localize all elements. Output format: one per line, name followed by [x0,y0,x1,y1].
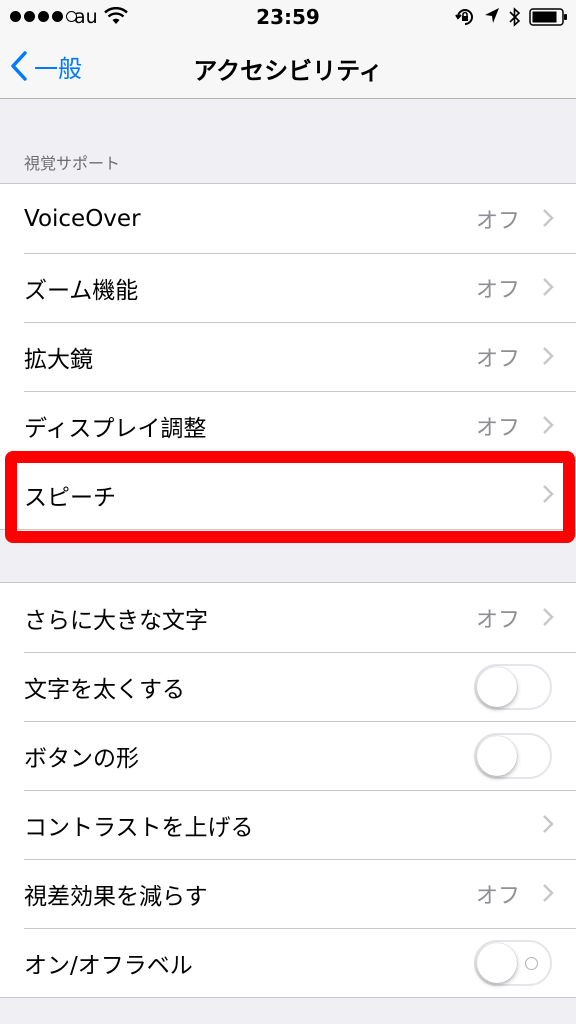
display-accommodations-row[interactable]: ディスプレイ調整 オフ [0,391,576,460]
row-label: VoiceOver [24,205,141,232]
row-label: オン/オフラベル [24,952,193,979]
row-label: 視差効果を減らす [24,883,208,910]
location-icon [485,8,499,23]
row-value: オフ [475,346,520,372]
speech-row[interactable]: スピーチ [0,460,576,529]
page-title: アクセシビリティ [193,57,383,85]
row-label: ズーム機能 [24,277,139,304]
status-bar: au 23:59 [0,0,576,36]
row-label: 文字を太くする [24,676,185,703]
row-label: コントラストを上げる [24,814,254,841]
row-label: ディスプレイ調整 [24,415,207,442]
reduce-motion-row[interactable]: 視差効果を減らす オフ [0,859,576,928]
section-header-vision: 視覚サポート [24,154,121,173]
row-label: さらに大きな文字 [24,607,208,634]
off-label-ring-icon [525,957,538,970]
battery-icon [529,8,567,26]
row-value: オフ [475,415,520,441]
zoom-row[interactable]: ズーム機能 オフ [0,253,576,322]
toggle-knob [477,736,517,776]
chevron-right-icon [543,815,554,833]
chevron-right-icon [543,347,554,365]
rotation-lock-icon [455,9,473,25]
vision-settings-group: VoiceOver オフ ズーム機能 オフ 拡大鏡 オフ ディスプレイ調整 オフ… [0,183,576,530]
button-shapes-toggle[interactable] [474,733,552,779]
on-off-labels-row: オン/オフラベル [0,928,576,997]
row-value: オフ [475,208,520,234]
toggle-knob [477,667,517,707]
magnifier-row[interactable]: 拡大鏡 オフ [0,322,576,391]
on-off-labels-toggle[interactable] [474,940,552,986]
toggle-knob [477,943,517,983]
chevron-right-icon [543,485,554,503]
text-settings-group: さらに大きな文字 オフ 文字を太くする ボタンの形 コントラストを上げる 視差効… [0,582,576,998]
row-label: 拡大鏡 [24,346,93,373]
row-value: オフ [475,607,520,633]
chevron-right-icon [543,278,554,296]
chevron-right-icon [543,416,554,434]
button-shapes-row: ボタンの形 [0,721,576,790]
row-value: オフ [475,883,520,909]
row-label: スピーチ [24,484,116,511]
navigation-bar: 一般 アクセシビリティ [0,36,576,99]
row-value: オフ [475,277,520,303]
larger-text-row[interactable]: さらに大きな文字 オフ [0,583,576,652]
chevron-right-icon [543,608,554,626]
bluetooth-icon [509,7,521,27]
row-label: ボタンの形 [24,745,139,772]
chevron-right-icon [543,884,554,902]
chevron-right-icon [543,209,554,227]
bold-text-row: 文字を太くする [0,652,576,721]
bold-text-toggle[interactable] [474,664,552,710]
voiceover-row[interactable]: VoiceOver オフ [0,184,576,253]
increase-contrast-row[interactable]: コントラストを上げる [0,790,576,859]
